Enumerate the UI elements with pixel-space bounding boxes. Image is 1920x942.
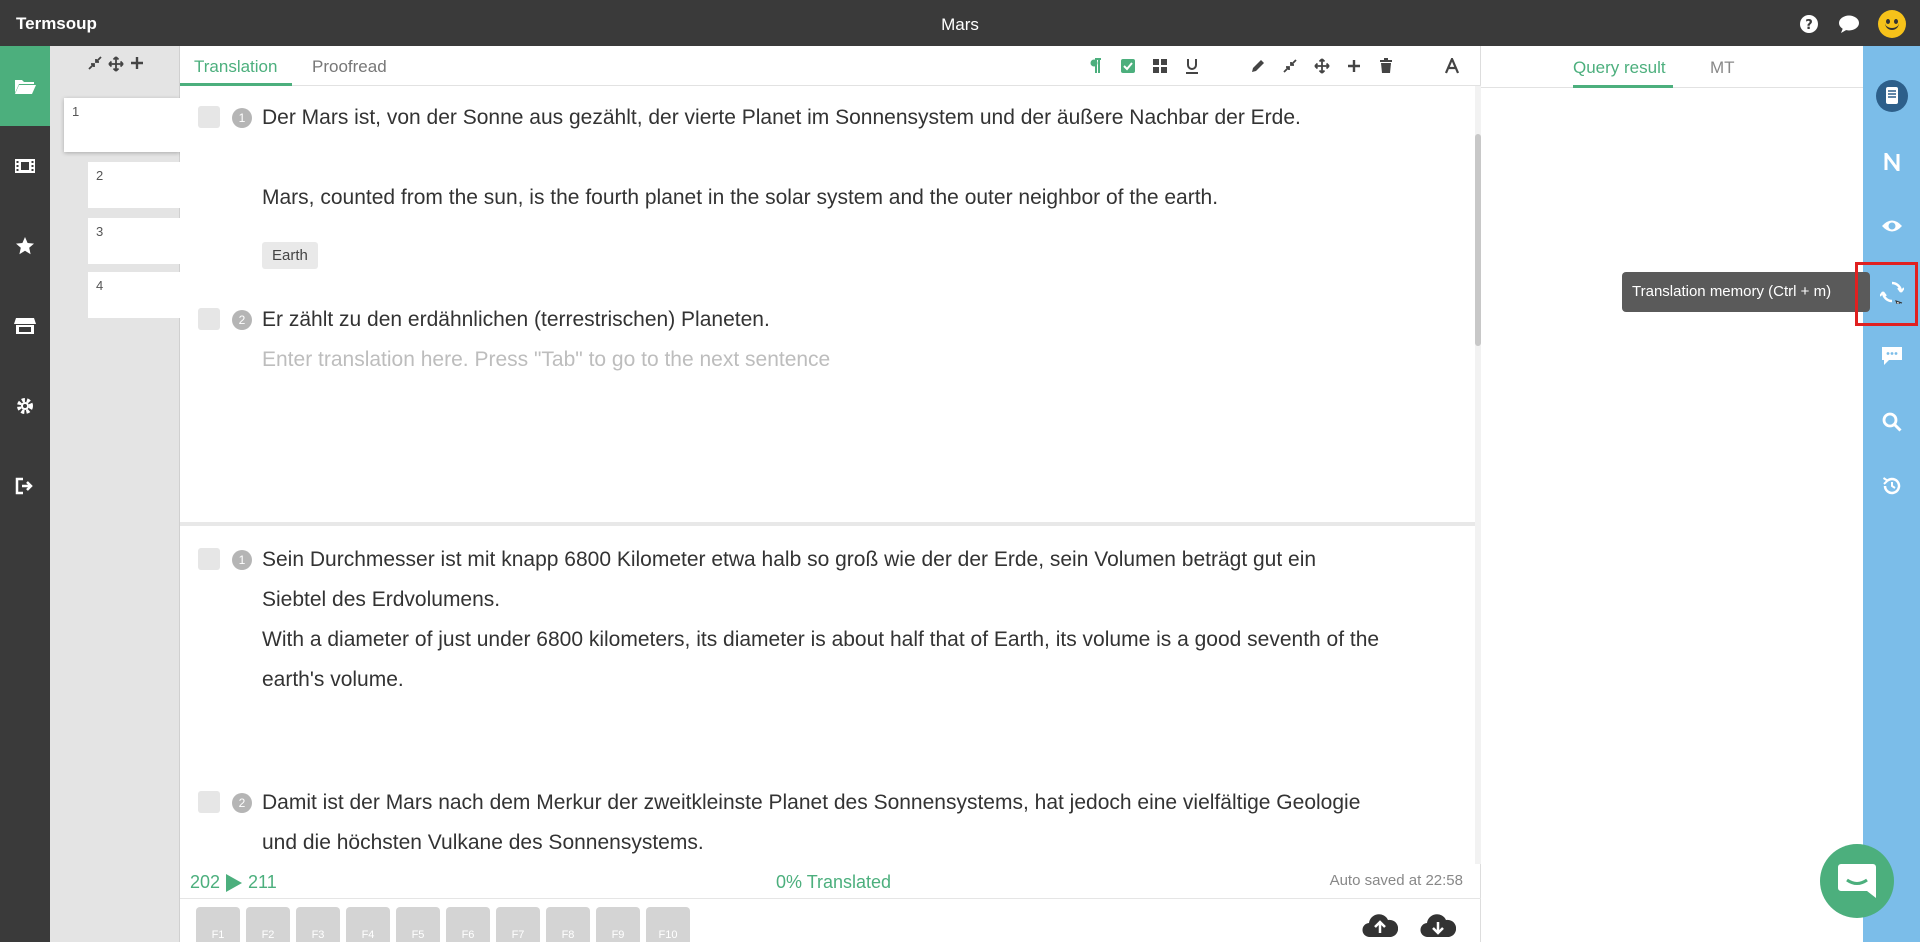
function-key-bar: F1 F2 F3 F4 F5 F6 F7 F8 F9 F10	[180, 898, 1481, 942]
segment-checkbox[interactable]	[198, 791, 220, 813]
highlight-box	[1855, 262, 1918, 326]
compress-icon[interactable]	[1281, 57, 1299, 75]
fkey-button[interactable]: F10	[646, 907, 690, 942]
left-sidebar	[0, 46, 50, 942]
active-tab-indicator	[1573, 85, 1673, 88]
segment-list: 1 Der Mars ist, von der Sonne aus gezähl…	[180, 86, 1475, 864]
segment-source: Der Mars ist, von der Sonne aus gezählt,…	[262, 106, 1301, 129]
chat-icon	[1838, 864, 1876, 898]
grid-icon[interactable]	[1151, 57, 1169, 75]
segment-counter: 202 211	[190, 872, 277, 893]
segment: 1 Der Mars ist, von der Sonne aus gezähl…	[198, 104, 1398, 284]
tab-proofread[interactable]: Proofread	[312, 57, 387, 77]
editor-toolbar	[1087, 57, 1461, 75]
gear-icon[interactable]	[0, 366, 50, 446]
segment-target[interactable]: Mars, counted from the sun, is the fourt…	[262, 178, 1382, 218]
trash-icon[interactable]	[1377, 57, 1395, 75]
plus-icon[interactable]	[1345, 57, 1363, 75]
help-icon[interactable]: ?	[1798, 13, 1820, 35]
segment-checkbox[interactable]	[198, 106, 220, 128]
comment-icon[interactable]	[1863, 336, 1920, 376]
segment-number: 1	[232, 550, 252, 570]
segment-checkbox[interactable]	[198, 308, 220, 330]
smiley-avatar-icon[interactable]	[1878, 10, 1906, 38]
translation-memory-tooltip: Translation memory (Ctrl + m)	[1622, 272, 1870, 312]
fkey-button[interactable]: F6	[446, 907, 490, 942]
page-thumbnail[interactable]: 2	[88, 162, 180, 208]
block-divider	[180, 522, 1475, 526]
underline-icon[interactable]	[1183, 57, 1201, 75]
fkey-button[interactable]: F7	[496, 907, 540, 942]
fkey-button[interactable]: F4	[346, 907, 390, 942]
right-panel: Query result MT	[1481, 46, 1863, 942]
segment-number: 2	[232, 310, 252, 330]
segment: 1 Sein Durchmesser ist mit knapp 6800 Ki…	[198, 546, 1398, 706]
eye-icon[interactable]	[1863, 206, 1920, 246]
sign-out-icon[interactable]	[0, 446, 50, 526]
segment-source: Sein Durchmesser ist mit knapp 6800 Kilo…	[262, 548, 1317, 611]
move-icon[interactable]	[1313, 57, 1331, 75]
autosave-status: Auto saved at 22:58	[1329, 872, 1463, 889]
compress-icon[interactable]	[88, 56, 102, 77]
current-segment: 202	[190, 872, 221, 892]
page-thumbnail-column: 1 2 3 4	[50, 46, 180, 942]
play-icon[interactable]	[226, 873, 243, 892]
pilcrow-icon[interactable]	[1087, 57, 1105, 75]
segment-source: Er zählt zu den erdähnlichen (terrestris…	[262, 308, 770, 331]
translated-percent: 0% Translated	[776, 872, 892, 892]
support-chat-button[interactable]	[1820, 844, 1894, 918]
segment-number: 1	[232, 108, 252, 128]
fkey-button[interactable]: F5	[396, 907, 440, 942]
document-title: Mars	[941, 15, 979, 34]
star-icon[interactable]	[0, 206, 50, 286]
check-square-icon[interactable]	[1119, 57, 1137, 75]
fkey-button[interactable]: F9	[596, 907, 640, 942]
segment-source: Damit ist der Mars nach dem Merkur der z…	[262, 791, 1361, 854]
translation-input[interactable]: Enter translation here. Press "Tab" to g…	[262, 340, 1382, 380]
page-thumbnail[interactable]: 1	[64, 98, 180, 152]
term-tag[interactable]: Earth	[262, 242, 318, 269]
total-segments: 211	[248, 872, 277, 892]
segment: 2 Damit ist der Mars nach dem Merkur der…	[198, 789, 1398, 864]
segment-checkbox[interactable]	[198, 548, 220, 570]
editor-panel: Translation Proofread 1 Der Mars ist, vo…	[180, 46, 1481, 942]
tab-mt[interactable]: MT	[1710, 58, 1735, 78]
status-bar: 202 211 0% Translated Auto saved at 22:5…	[180, 864, 1481, 898]
cloud-download-icon[interactable]	[1420, 911, 1457, 939]
title-bar: Termsoup Mars ?	[0, 0, 1920, 46]
chat-icon[interactable]	[1838, 13, 1860, 35]
fkey-button[interactable]: F8	[546, 907, 590, 942]
fkey-button[interactable]: F1	[196, 907, 240, 942]
fkey-button[interactable]: F3	[296, 907, 340, 942]
tab-translation[interactable]: Translation	[194, 57, 277, 77]
fkey-button[interactable]: F2	[246, 907, 290, 942]
pencil-icon[interactable]	[1249, 57, 1267, 75]
segment: 2 Er zählt zu den erdähnlichen (terrestr…	[198, 306, 1398, 396]
editor-tabs: Translation Proofread	[180, 46, 1481, 86]
segment-target[interactable]: With a diameter of just under 6800 kilom…	[262, 620, 1382, 700]
search-icon[interactable]	[1863, 402, 1920, 442]
store-icon[interactable]	[0, 286, 50, 366]
film-icon[interactable]	[0, 126, 50, 206]
plus-icon[interactable]	[130, 56, 144, 77]
svg-text:?: ?	[1805, 18, 1813, 33]
right-panel-tabs: Query result MT	[1481, 46, 1863, 88]
right-tool-bar	[1863, 46, 1920, 942]
tab-query-result[interactable]: Query result	[1573, 58, 1666, 78]
notebook-icon[interactable]	[1863, 76, 1920, 116]
page-thumbnail[interactable]: 4	[88, 272, 180, 318]
folder-open-icon[interactable]	[0, 46, 50, 126]
page-thumbnail[interactable]: 3	[88, 218, 180, 264]
move-icon[interactable]	[108, 56, 124, 77]
font-icon[interactable]	[1443, 57, 1461, 75]
history-icon[interactable]	[1863, 466, 1920, 506]
cloud-upload-icon[interactable]	[1362, 911, 1399, 939]
segment-number: 2	[232, 793, 252, 813]
n-letter-icon[interactable]	[1863, 142, 1920, 182]
